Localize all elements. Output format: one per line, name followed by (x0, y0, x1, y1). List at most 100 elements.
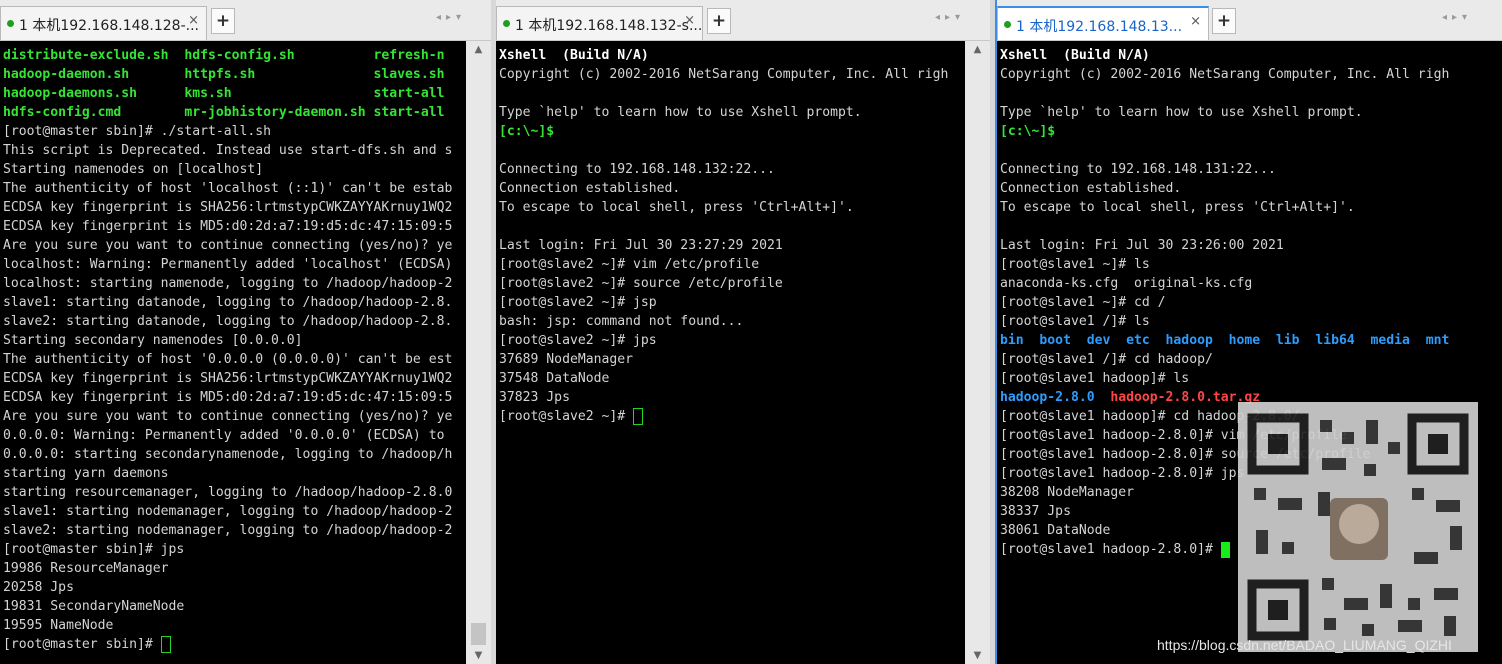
tab-label: 1 本机192.168.148.13... (1016, 19, 1183, 35)
tab-scroll-arrows-icon[interactable]: ◂▸▾ (935, 12, 965, 23)
terminal-text: 38208 NodeManager (1000, 485, 1135, 500)
terminal-line: localhost: Warning: Permanently added 'l… (3, 255, 466, 274)
close-tab-icon[interactable]: × (684, 13, 695, 28)
terminal-text: ECDSA key fingerprint is SHA256:lrtmstyp… (3, 200, 453, 215)
tab-session-slave1[interactable]: 1 本机192.168.148.13... × (997, 6, 1209, 40)
terminal-text: Last login: Fri Jul 30 23:27:29 2021 (499, 238, 783, 253)
vertical-scrollbar[interactable]: ▲ ▼ (965, 41, 990, 664)
scroll-up-icon[interactable]: ▲ (466, 44, 491, 55)
terminal-cursor (160, 636, 171, 653)
terminal-line: The authenticity of host '0.0.0.0 (0.0.0… (3, 350, 466, 369)
terminal-output[interactable]: distribute-exclude.sh hdfs-config.sh ref… (0, 41, 466, 664)
terminal-text: Type `help' to learn how to use Xshell p… (499, 105, 862, 120)
terminal-pane-master: 1 本机192.168.148.128-... × + ◂▸▾ distribu… (0, 0, 491, 664)
terminal-line: Connecting to 192.168.148.131:22... (1000, 160, 1502, 179)
terminal-line: Are you sure you want to continue connec… (3, 407, 466, 426)
terminal-line: Type `help' to learn how to use Xshell p… (499, 103, 965, 122)
terminal-line: slave1: starting datanode, logging to /h… (3, 293, 466, 312)
terminal-text: localhost: starting namenode, logging to… (3, 276, 453, 291)
connected-status-icon (1004, 21, 1011, 28)
terminal-text: start-all (373, 86, 445, 101)
vertical-scrollbar[interactable]: ▲ ▼ (466, 41, 491, 664)
terminal-text: 38061 DataNode (1000, 523, 1111, 538)
tab-label: 1 本机192.168.148.132-s... (515, 18, 703, 34)
terminal-line: bash: jsp: command not found... (499, 312, 965, 331)
terminal-line: ECDSA key fingerprint is MD5:d0:2d:a7:19… (3, 217, 466, 236)
terminal-text: [root@master sbin]# jps (3, 542, 185, 557)
connected-status-icon (7, 20, 14, 27)
terminal-line: This script is Deprecated. Instead use s… (3, 141, 466, 160)
tab-bar: 1 本机192.168.148.128-... × + ◂▸▾ (0, 0, 491, 41)
terminal-text: slave2: starting datanode, logging to /h… (3, 314, 453, 329)
terminal-line: Xshell (Build N/A) (1000, 46, 1502, 65)
terminal-text: Connecting to 192.168.148.131:22... (1000, 162, 1276, 177)
terminal-text: [root@slave2 ~]# jps (499, 333, 657, 348)
terminal-line: 19831 SecondaryNameNode (3, 597, 466, 616)
terminal-text: starting yarn daemons (3, 466, 169, 481)
terminal-line: [root@slave2 ~]# jsp (499, 293, 965, 312)
tab-scroll-arrows-icon[interactable]: ◂▸▾ (436, 12, 466, 23)
terminal-text: 0.0.0.0: Warning: Permanently added '0.0… (3, 428, 453, 443)
terminal-text: The authenticity of host '0.0.0.0 (0.0.0… (3, 352, 453, 367)
tab-session-slave2[interactable]: 1 本机192.168.148.132-s... × (496, 6, 703, 40)
terminal-pane-slave2: 1 本机192.168.148.132-s... × + ◂▸▾ Xshell … (496, 0, 990, 664)
terminal-line: Starting secondary namenodes [0.0.0.0] (3, 331, 466, 350)
terminal-text: Starting secondary namenodes [0.0.0.0] (3, 333, 303, 348)
close-tab-icon[interactable]: × (188, 13, 199, 28)
terminal-text: ECDSA key fingerprint is MD5:d0:2d:a7:19… (3, 390, 453, 405)
terminal-text: [root@slave1 hadoop-2.8.0]# (1000, 542, 1221, 557)
terminal-line: [c:\~]$ (499, 122, 965, 141)
terminal-text: 20258 Jps (3, 580, 74, 595)
terminal-text: 37823 Jps (499, 390, 570, 405)
terminal-text: Copyright (c) 2002-2016 NetSarang Comput… (1000, 67, 1450, 82)
terminal-text: Xshell (Build N/A) (499, 48, 649, 63)
tab-bar: 1 本机192.168.148.13... × + ◂▸▾ (997, 0, 1502, 41)
terminal-line: 20258 Jps (3, 578, 466, 597)
terminal-line: [root@slave1 /]# cd hadoop/ (1000, 350, 1502, 369)
new-tab-button[interactable]: + (211, 8, 235, 34)
terminal-line: [root@master sbin]# ./start-all.sh (3, 122, 466, 141)
terminal-text: bash: jsp: command not found... (499, 314, 744, 329)
watermark-text: https://blog.csdn.net/BADAO_LIUMANG_QIZH… (1157, 637, 1452, 653)
terminal-text: kms.sh (184, 86, 374, 101)
terminal-text: [root@slave1 ~]# ls (1000, 257, 1150, 272)
terminal-line: 19986 ResourceManager (3, 559, 466, 578)
terminal-cursor (633, 408, 644, 425)
terminal-text: hdfs-config.sh (184, 48, 374, 63)
terminal-text: mr-jobhistory-daemon.sh (184, 105, 374, 120)
terminal-output[interactable]: Xshell (Build N/A) Copyright (c) 2002-201… (496, 41, 965, 664)
terminal-line: bin boot dev etc hadoop home lib lib64 m… (1000, 331, 1502, 350)
scroll-down-icon[interactable]: ▼ (466, 650, 491, 661)
terminal-text: start-all (373, 105, 445, 120)
terminal-text: [root@slave2 ~]# source /etc/profile (499, 276, 783, 291)
scrollbar-thumb[interactable] (471, 623, 486, 645)
terminal-text: Are you sure you want to continue connec… (3, 238, 453, 253)
terminal-text: Copyright (c) 2002-2016 NetSarang Comput… (499, 67, 949, 82)
tab-session-master[interactable]: 1 本机192.168.148.128-... × (0, 6, 207, 40)
terminal-text: Connecting to 192.168.148.132:22... (499, 162, 775, 177)
terminal-line: 37548 DataNode (499, 369, 965, 388)
terminal-line: Starting namenodes on [localhost] (3, 160, 466, 179)
new-tab-button[interactable]: + (1212, 8, 1236, 34)
terminal-text: The authenticity of host 'localhost (::1… (3, 181, 453, 196)
terminal-line: [root@slave1 hadoop]# ls (1000, 369, 1502, 388)
scroll-up-icon[interactable]: ▲ (965, 44, 990, 55)
new-tab-button[interactable]: + (707, 8, 731, 34)
tab-scroll-arrows-icon[interactable]: ◂▸▾ (1442, 12, 1472, 23)
terminal-line: localhost: starting namenode, logging to… (3, 274, 466, 293)
terminal-line: [root@master sbin]# (3, 635, 466, 654)
terminal-text: ECDSA key fingerprint is MD5:d0:2d:a7:19… (3, 219, 453, 234)
terminal-line: Connection established. (1000, 179, 1502, 198)
terminal-line: hdfs-config.cmd mr-jobhistory-daemon.sh … (3, 103, 466, 122)
close-tab-icon[interactable]: × (1190, 14, 1201, 29)
terminal-text: Xshell (Build N/A) (1000, 48, 1150, 63)
terminal-line: Copyright (c) 2002-2016 NetSarang Comput… (499, 65, 965, 84)
scroll-down-icon[interactable]: ▼ (965, 650, 990, 661)
terminal-text: [root@slave1 ~]# cd / (1000, 295, 1166, 310)
terminal-text: Type `help' to learn how to use Xshell p… (1000, 105, 1363, 120)
terminal-text: [root@master sbin]# (3, 637, 161, 652)
terminal-line: [root@slave1 /]# ls (1000, 312, 1502, 331)
tab-label: 1 本机192.168.148.128-... (19, 18, 199, 34)
